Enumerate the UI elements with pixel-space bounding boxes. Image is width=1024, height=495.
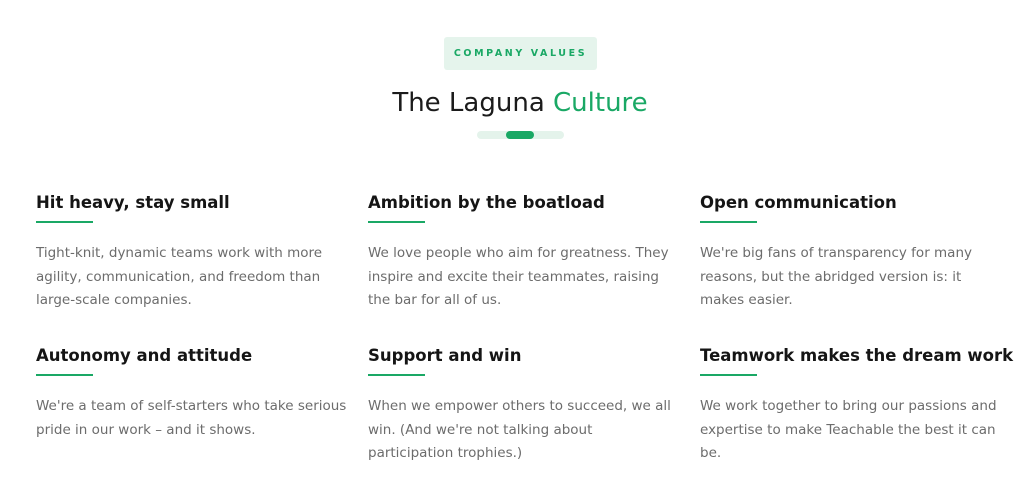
value-card: Autonomy and attitude We're a team of se… xyxy=(36,346,348,442)
value-heading: Hit heavy, stay small xyxy=(36,193,230,212)
section-eyebrow-badge: COMPANY VALUES xyxy=(444,37,597,70)
value-description: We work together to bring our passions a… xyxy=(700,398,997,461)
company-values-section: COMPANY VALUES The Laguna Culture Hit he… xyxy=(0,0,1024,495)
value-heading: Ambition by the boatload xyxy=(368,193,605,212)
value-card: Hit heavy, stay small Tight-knit, dynami… xyxy=(36,193,348,313)
value-heading-underline xyxy=(368,374,425,376)
value-card: Ambition by the boatload We love people … xyxy=(368,193,672,313)
section-title-accent: Culture xyxy=(553,88,648,118)
value-heading-underline xyxy=(700,221,757,223)
value-heading-underline xyxy=(368,221,425,223)
value-description: We're big fans of transparency for many … xyxy=(700,245,973,308)
value-heading-underline xyxy=(36,374,93,376)
value-heading-underline xyxy=(700,374,757,376)
value-card: Teamwork makes the dream work We work to… xyxy=(700,346,1016,466)
section-title: The Laguna Culture xyxy=(0,88,1024,118)
value-card: Support and win When we empower others t… xyxy=(368,346,672,466)
value-heading: Open communication xyxy=(700,193,897,212)
title-divider xyxy=(477,131,564,139)
value-heading-underline xyxy=(36,221,93,223)
value-description: We love people who aim for greatness. Th… xyxy=(368,245,669,308)
value-heading: Autonomy and attitude xyxy=(36,346,253,365)
value-heading: Teamwork makes the dream work xyxy=(700,346,1014,365)
section-title-main: The Laguna xyxy=(392,88,554,118)
value-description: Tight-knit, dynamic teams work with more… xyxy=(36,245,323,308)
title-divider-highlight xyxy=(506,131,534,139)
value-card: Open communication We're big fans of tra… xyxy=(700,193,1004,313)
value-heading: Support and win xyxy=(368,346,522,365)
value-description: When we empower others to succeed, we al… xyxy=(368,398,671,461)
value-description: We're a team of self-starters who take s… xyxy=(36,398,347,438)
